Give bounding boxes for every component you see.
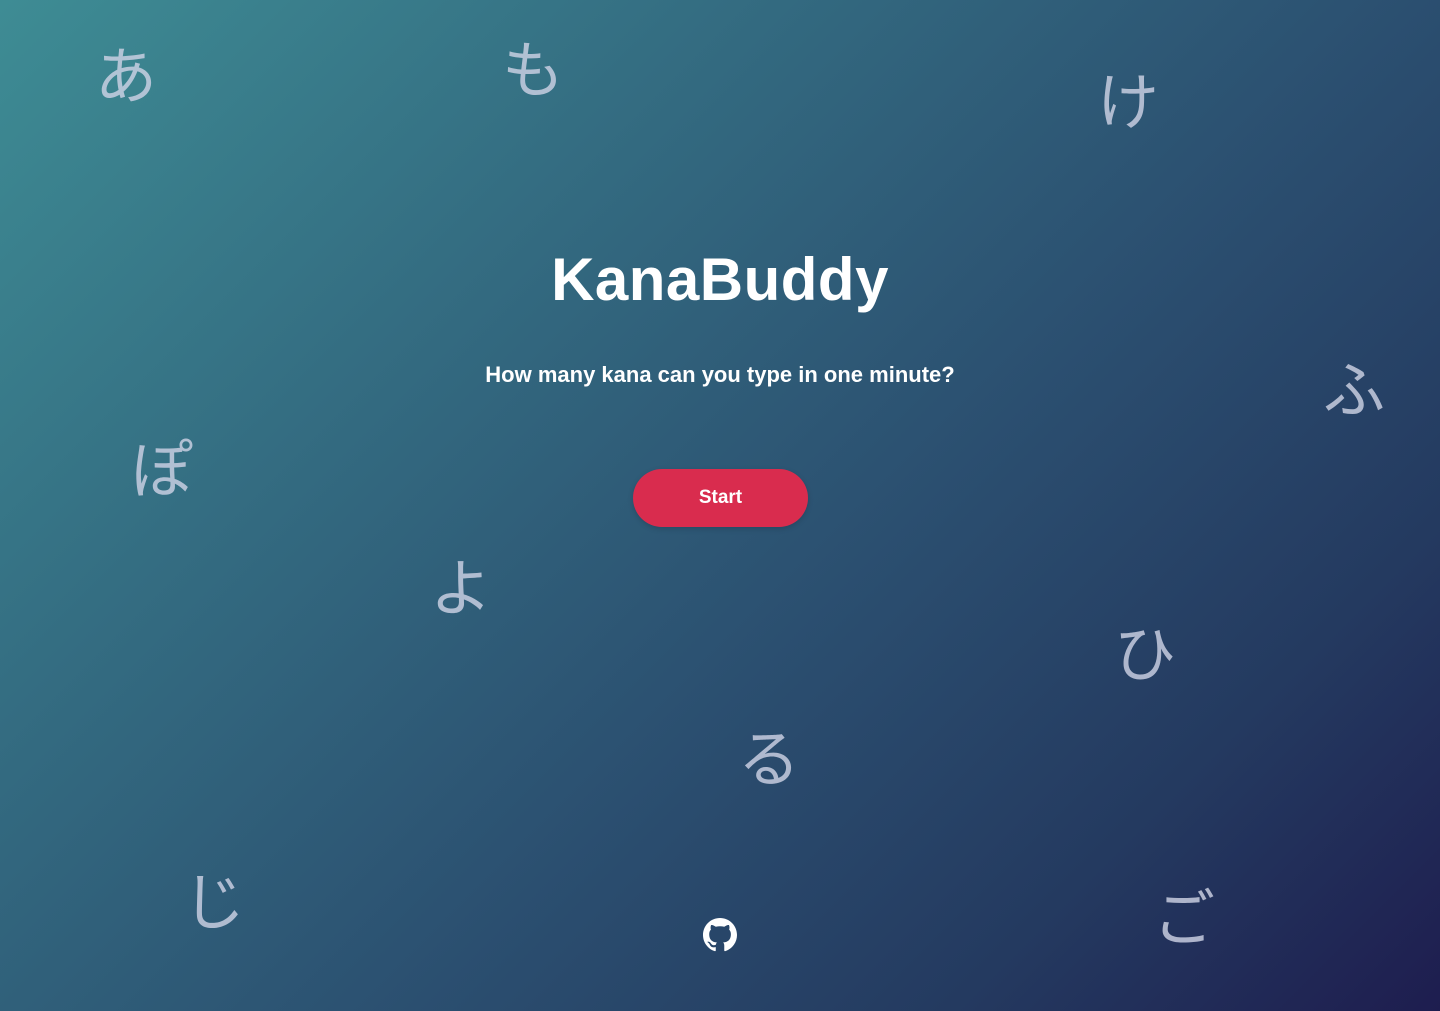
github-link[interactable] <box>703 918 737 952</box>
background-kana: ご <box>1153 882 1216 955</box>
github-icon <box>703 918 737 952</box>
background-kana: あ <box>95 40 158 113</box>
app-subtitle: How many kana can you type in one minute… <box>485 362 955 387</box>
background-kana: じ <box>183 866 246 939</box>
background-kana: る <box>738 723 801 796</box>
app-title: KanaBuddy <box>551 246 889 313</box>
background-kana: け <box>1097 66 1160 139</box>
background-kana: も <box>502 34 565 107</box>
background-kana: ひ <box>1114 618 1177 691</box>
background-kana: よ <box>430 552 493 625</box>
start-button[interactable]: Start <box>633 469 808 527</box>
background-kana: ぽ <box>131 434 194 507</box>
